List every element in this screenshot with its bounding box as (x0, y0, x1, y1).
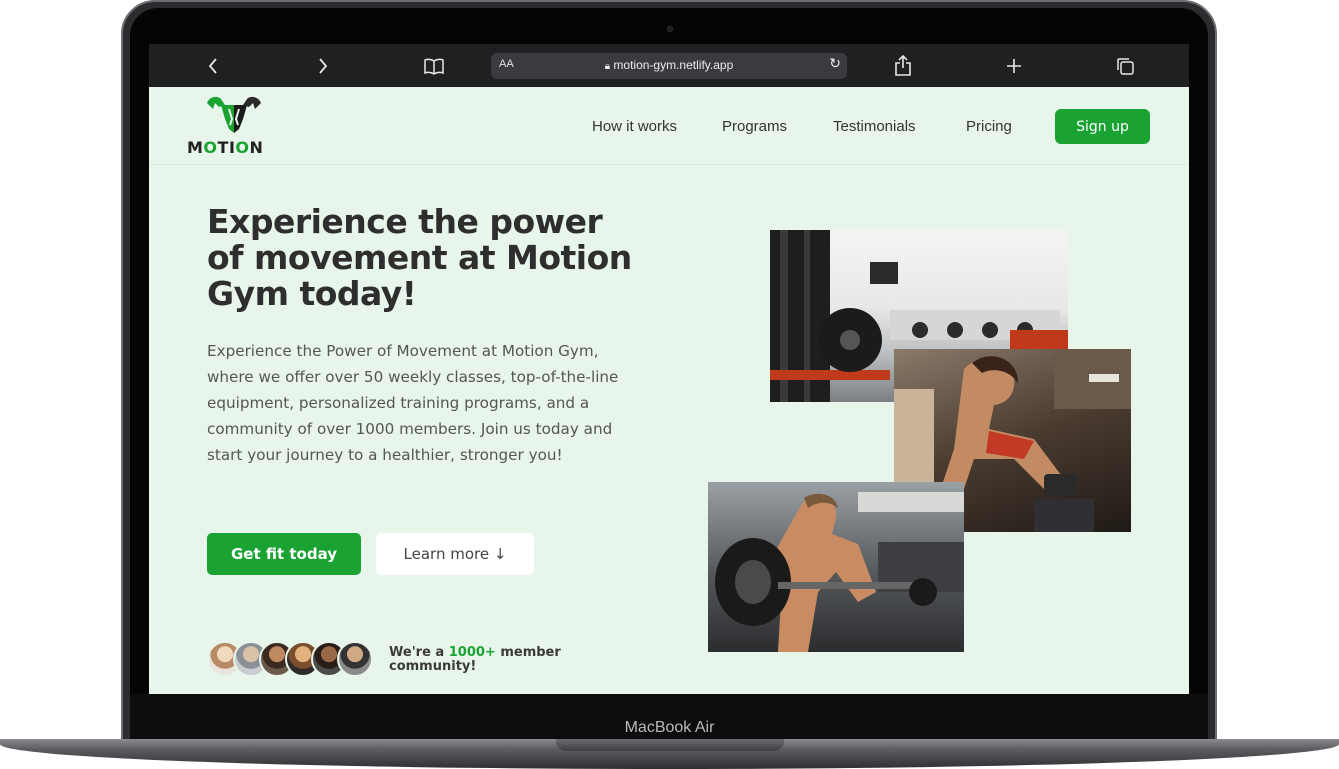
device-label: MacBook Air (624, 719, 715, 736)
nav-how-it-works[interactable]: How it works (592, 118, 677, 135)
motion-logo[interactable]: MOTION (187, 95, 283, 159)
browser-toolbar: AA 🔒︎ motion-gym.netlify.app ↻ (149, 44, 1189, 87)
new-tab-icon[interactable] (1000, 52, 1028, 80)
logo-wordmark: MOTION (187, 138, 264, 157)
community-count: 1000+ (448, 645, 496, 660)
url-text: motion-gym.netlify.app (613, 58, 734, 72)
site-header: MOTION How it works Programs Testimonial… (149, 87, 1189, 165)
signup-button[interactable]: Sign up (1055, 109, 1150, 144)
bookmarks-icon[interactable] (420, 52, 448, 80)
forward-icon[interactable] (309, 52, 337, 80)
hero-description: Experience the Power of Movement at Moti… (207, 342, 619, 464)
member-avatars (207, 641, 377, 677)
flexing-arms-icon (207, 96, 261, 133)
community-caption: We're a 1000+ member community! (389, 645, 561, 674)
lock-icon: 🔒︎ (604, 61, 611, 72)
back-icon[interactable] (199, 52, 227, 80)
nav-pricing[interactable]: Pricing (966, 118, 1012, 135)
address-bar[interactable]: AA 🔒︎ motion-gym.netlify.app ↻ (491, 53, 847, 79)
get-fit-button[interactable]: Get fit today (207, 533, 361, 575)
camera-icon (667, 26, 673, 32)
nav-testimonials[interactable]: Testimonials (833, 118, 916, 135)
laptop-mockup: AA 🔒︎ motion-gym.netlify.app ↻ MOTION Ho… (0, 0, 1339, 769)
avatar (337, 641, 373, 677)
nav-programs[interactable]: Programs (722, 118, 787, 135)
hero-title: Experience the power of movement at Moti… (207, 202, 632, 313)
laptop-notch (556, 739, 784, 751)
url-display: 🔒︎ motion-gym.netlify.app (491, 58, 847, 72)
reload-icon[interactable]: ↻ (829, 56, 841, 72)
tabs-icon[interactable] (1111, 52, 1139, 80)
browser-screen: AA 🔒︎ motion-gym.netlify.app ↻ MOTION Ho… (149, 44, 1189, 694)
learn-more-button[interactable]: Learn more ↓ (376, 533, 534, 575)
share-icon[interactable] (889, 52, 917, 80)
man-lifting-photo (708, 482, 964, 652)
